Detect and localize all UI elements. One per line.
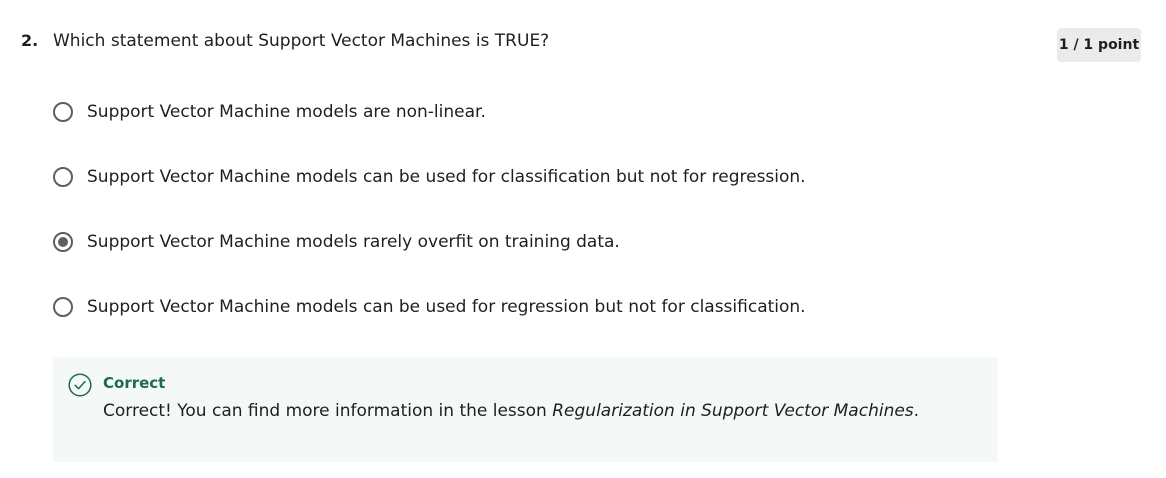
- check-circle-icon: [68, 373, 92, 397]
- radio-button[interactable]: [53, 167, 73, 187]
- radio-button-selected[interactable]: [53, 232, 73, 252]
- feedback-message: Correct! You can find more information i…: [103, 401, 919, 421]
- feedback-panel: Correct Correct! You can find more infor…: [53, 357, 998, 462]
- radio-button[interactable]: [53, 102, 73, 122]
- score-badge: 1 / 1 point: [1057, 28, 1141, 62]
- option-label: Support Vector Machine models are non-li…: [87, 102, 486, 122]
- question-text: Which statement about Support Vector Mac…: [53, 31, 550, 51]
- option-label: Support Vector Machine models rarely ove…: [87, 232, 620, 252]
- answer-option[interactable]: Support Vector Machine models are non-li…: [51, 98, 486, 126]
- lesson-title: Regularization in Support Vector Machine…: [552, 401, 914, 421]
- answer-option[interactable]: Support Vector Machine models can be use…: [51, 163, 806, 191]
- option-label: Support Vector Machine models can be use…: [87, 297, 806, 317]
- feedback-message-end: .: [913, 401, 920, 421]
- answer-option[interactable]: Support Vector Machine models rarely ove…: [51, 228, 620, 256]
- option-label: Support Vector Machine models can be use…: [87, 167, 806, 187]
- question-number: 2.: [21, 31, 39, 50]
- feedback-message-text: Correct! You can find more information i…: [103, 401, 553, 421]
- answer-option[interactable]: Support Vector Machine models can be use…: [51, 293, 806, 321]
- radio-button[interactable]: [53, 297, 73, 317]
- feedback-title: Correct: [103, 374, 166, 392]
